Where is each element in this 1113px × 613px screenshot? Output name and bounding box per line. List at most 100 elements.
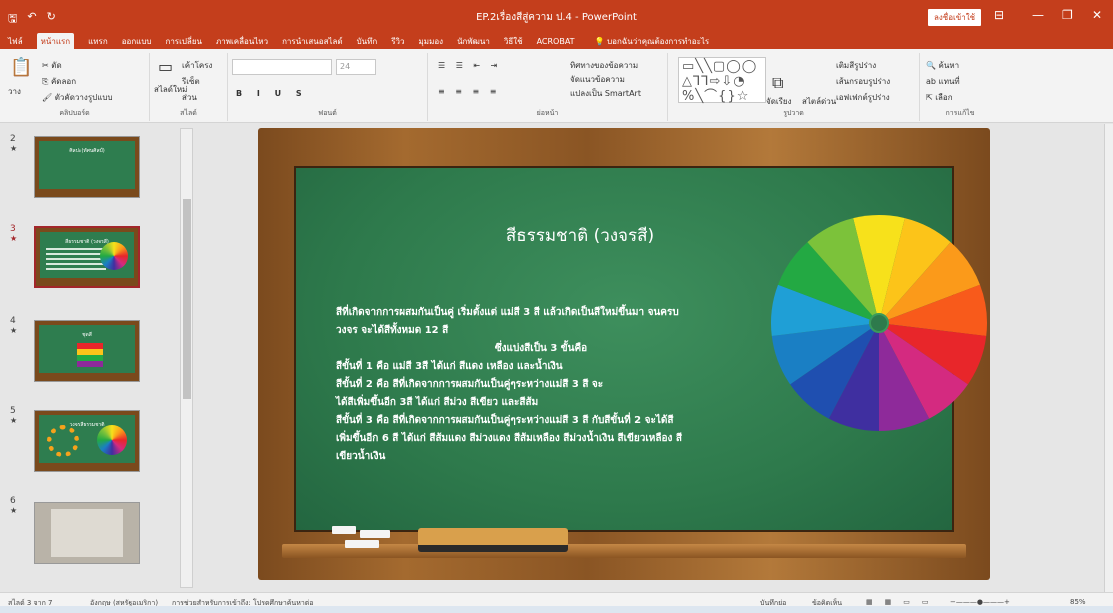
slide-number: 5 ★ <box>10 406 18 425</box>
body-line: เพิ่มขึ้นอีก 6 สี ได้แก่ สีส้มแดง สีม่วง… <box>336 433 682 444</box>
text-direction-button[interactable]: ทิศทางของข้อความ <box>570 59 638 72</box>
body-line: สีที่เกิดจากการผสมกันเป็นคู่ เริ่มตั้งแต… <box>336 307 679 318</box>
body-line: ได้สีเพิ่มขึ้นอีก 3สี ได้แก่ สีม่วง สีเข… <box>336 397 539 408</box>
sign-in-button[interactable]: ลงชื่อเข้าใช้ <box>928 9 982 26</box>
shape-outline-button[interactable]: เส้นกรอบรูปร่าง <box>836 75 890 88</box>
slides-label: สไลด์ <box>180 109 197 117</box>
body-line: วงจร จะได้สีทั้งหมด 12 สี <box>336 325 449 336</box>
color-swatch-mini <box>77 343 103 367</box>
clipboard-group: 📋 วาง ✂ ตัด ⎘ คัดลอก 🖌 ตัวคัดวางรูปแบบ ค… <box>0 53 150 121</box>
slide-thumbnail-3[interactable]: สีธรรมชาติ (วงจรสี) <box>34 226 140 288</box>
drawing-label: รูปวาด <box>783 109 804 117</box>
body-line: สีขั้นที่ 1 คือ แม่สี 3สี ได้แก่ สีแดง เ… <box>336 361 563 372</box>
chalk-piece <box>332 526 356 534</box>
tab-slideshow[interactable]: การนำเสนอสไลด์ <box>282 35 343 48</box>
arrange-icon[interactable]: ⧉ <box>772 73 783 93</box>
paste-button[interactable]: วาง <box>8 85 21 98</box>
list-buttons[interactable]: ☰ ☰ ⇤ ⇥ <box>438 61 501 70</box>
slide-thumbnail-6[interactable] <box>34 502 140 564</box>
body-line: สีขั้นที่ 2 คือ สีที่เกิดจากการผสมกันเป็… <box>336 379 604 390</box>
slide-thumbnail-5[interactable]: วงจรสีธรรมชาติ <box>34 410 140 472</box>
tab-home[interactable]: หน้าแรก <box>36 32 75 50</box>
ribbon-tabs: ไฟล์ หน้าแรก แทรก ออกแบบ การเปลี่ยน ภาพเ… <box>0 32 1113 50</box>
slide-thumbnail-4[interactable]: ชุดสี <box>34 320 140 382</box>
thumbnail-scrollbar[interactable] <box>180 128 193 588</box>
find-button[interactable]: 🔍 ค้นหา <box>926 59 959 72</box>
chalk-piece <box>345 540 379 548</box>
color-wheel-mini <box>97 425 127 455</box>
color-wheel-hub <box>869 313 889 333</box>
slide-number: 6 ★ <box>10 496 18 515</box>
arrange-button[interactable]: จัดเรียง <box>766 95 792 108</box>
zoom-level[interactable]: 85% <box>1070 598 1086 606</box>
zoom-slider[interactable]: −———●———+ <box>950 598 1010 606</box>
align-buttons[interactable]: ≡ ≡ ≡ ≡ <box>438 87 500 96</box>
section-button[interactable]: ส่วน <box>182 91 197 104</box>
shape-fill-button[interactable]: เติมสีรูปร่าง <box>836 59 876 72</box>
thumbnail-title: ชุดสี <box>82 332 92 338</box>
font-name-input[interactable] <box>232 59 332 75</box>
slide-number: 3 ★ <box>10 224 18 243</box>
slide-number: 4 ★ <box>10 316 18 335</box>
title-bar: 🖫 ↶ ↻ EP.2เรื่องสีสู่ความ ป.4 - PowerPoi… <box>0 0 1113 33</box>
thumbnail-scroll-thumb[interactable] <box>183 199 191 399</box>
thumbnail-title: ศิลปะ(ทัศนศิลป์) <box>69 148 105 154</box>
editing-group: 🔍 ค้นหา ab แทนที่ ⇱ เลือก การแก้ไข <box>920 53 1000 121</box>
ribbon: 📋 วาง ✂ ตัด ⎘ คัดลอก 🖌 ตัวคัดวางรูปแบบ ค… <box>0 49 1113 123</box>
color-wheel[interactable] <box>768 212 990 434</box>
align-text-button[interactable]: จัดแนวข้อความ <box>570 73 625 86</box>
font-label: ฟอนต์ <box>318 109 337 117</box>
select-button[interactable]: ⇱ เลือก <box>926 91 953 104</box>
smartart-button[interactable]: แปลงเป็น SmartArt <box>570 87 641 100</box>
color-wheel-mini <box>100 242 128 270</box>
tab-record[interactable]: บันทึก <box>357 35 378 48</box>
tab-design[interactable]: ออกแบบ <box>122 35 152 48</box>
body-line: สีขั้นที่ 3 คือ สีที่เกิดจากการผสมกันเป็… <box>336 415 674 426</box>
quick-styles-button[interactable]: สไตล์ด่วน <box>802 95 836 108</box>
tab-acrobat[interactable]: ACROBAT <box>537 37 575 46</box>
close-button[interactable]: ✕ <box>1092 8 1102 22</box>
minimize-button[interactable]: — <box>1032 8 1044 22</box>
font-size-input[interactable]: 24 <box>336 59 376 75</box>
slide-body-text[interactable]: สีที่เกิดจากการผสมกันเป็นคู่ เริ่มตั้งแต… <box>336 304 746 466</box>
editing-label: การแก้ไข <box>945 109 975 117</box>
slide-thumbnail-2[interactable]: ศิลปะ(ทัศนศิลป์) <box>34 136 140 198</box>
tell-me-text: บอกฉันว่าคุณต้องการทำอะไร <box>607 36 710 46</box>
paragraph-group: ทิศทางของข้อความ จัดแนวข้อความ แปลงเป็น … <box>428 53 668 121</box>
shape-effects-button[interactable]: เอฟเฟกต์รูปร่าง <box>836 91 890 104</box>
color-ring-mini <box>47 425 79 457</box>
slide-number: 2 ★ <box>10 134 18 153</box>
body-line: เขียวน้ำเงิน <box>336 451 386 462</box>
tab-animations[interactable]: ภาพเคลื่อนไหว <box>216 35 268 48</box>
reset-button[interactable]: รีเซ็ต <box>182 75 200 88</box>
tab-help[interactable]: วิธีใช้ <box>504 35 523 48</box>
tab-review[interactable]: รีวิว <box>391 35 404 48</box>
shapes-gallery[interactable]: ▭╲╲▢◯◯ △⅂⅂⇨⇩◔ %╲⌒{}☆ <box>678 57 766 104</box>
tell-me-search[interactable]: 💡 บอกฉันว่าคุณต้องการทำอะไร <box>595 35 710 48</box>
tab-developer[interactable]: นักพัฒนา <box>457 35 490 48</box>
tab-view[interactable]: มุมมอง <box>419 35 444 48</box>
body-line: ซึ่งแบ่งสีเป็น 3 ขั้นคือ <box>494 343 588 354</box>
ribbon-display-options-icon[interactable]: ⊟ <box>994 8 1004 22</box>
taskbar <box>0 606 1113 613</box>
restore-button[interactable]: ❐ <box>1062 8 1073 22</box>
slide-title[interactable]: สีธรรมชาติ (วงจรสี) <box>470 222 690 249</box>
paragraph-label: ย่อหน้า <box>536 109 559 117</box>
chalk-tray <box>282 544 966 558</box>
layout-button[interactable]: เค้าโครง <box>182 59 212 72</box>
view-buttons[interactable]: ▦▦▭▭ <box>866 598 940 606</box>
tab-file[interactable]: ไฟล์ <box>8 35 23 48</box>
tab-transitions[interactable]: การเปลี่ยน <box>165 35 202 48</box>
chalk-piece <box>360 530 390 538</box>
paste-icon[interactable]: 📋 <box>10 57 32 78</box>
copy-button[interactable]: ⎘ คัดลอก <box>42 75 76 88</box>
thumbnail-photo <box>51 509 123 557</box>
tab-insert[interactable]: แทรก <box>88 35 108 48</box>
replace-button[interactable]: ab แทนที่ <box>926 75 960 88</box>
cut-button[interactable]: ✂ ตัด <box>42 59 62 72</box>
clipboard-label: คลิปบอร์ด <box>59 109 90 117</box>
format-painter-button[interactable]: 🖌 ตัวคัดวางรูปแบบ <box>42 91 113 104</box>
font-format-buttons[interactable]: B I U S <box>236 89 308 98</box>
slide-scrollbar[interactable] <box>1104 124 1113 592</box>
new-slide-icon[interactable]: ▭ <box>158 57 173 76</box>
